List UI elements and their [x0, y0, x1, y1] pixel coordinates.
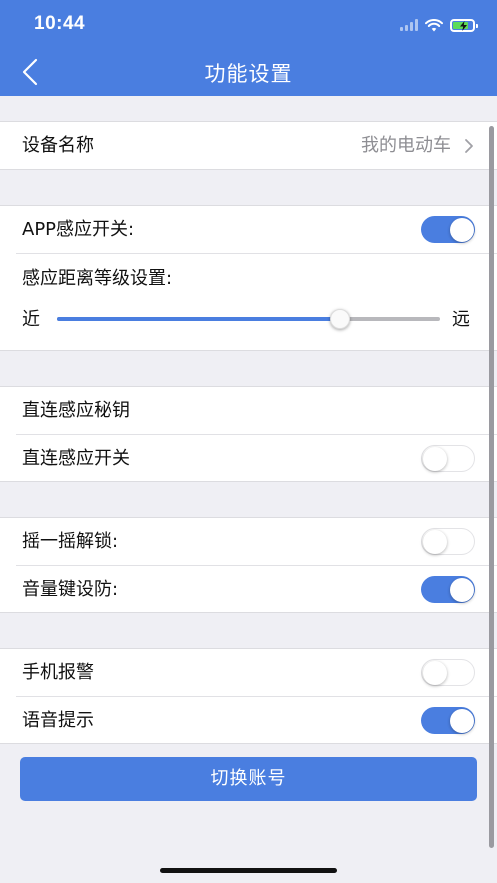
voice-prompt-row: 语音提示	[0, 697, 497, 745]
device-group: 设备名称 我的电动车	[0, 121, 497, 170]
device-name-row[interactable]: 设备名称 我的电动车	[0, 122, 497, 170]
alert-group: 手机报警 语音提示	[0, 648, 497, 744]
slider-thumb[interactable]	[330, 309, 351, 329]
voice-prompt-toggle[interactable]	[421, 707, 475, 734]
app-sensing-row: APP感应开关:	[0, 206, 497, 254]
shake-unlock-row: 摇一摇解锁:	[0, 518, 497, 566]
scrollbar[interactable]	[489, 126, 494, 848]
distance-level-label: 感应距离等级设置:	[22, 268, 173, 289]
slider-far-label: 远	[452, 309, 470, 330]
sensing-group: APP感应开关: 感应距离等级设置: 近 远	[0, 205, 497, 351]
direct-group: 直连感应秘钥 直连感应开关	[0, 386, 497, 482]
wifi-icon	[425, 18, 443, 31]
shake-group: 摇一摇解锁: 音量键设防:	[0, 517, 497, 613]
chevron-right-icon	[465, 139, 473, 153]
voice-prompt-label: 语音提示	[22, 710, 94, 731]
direct-key-label: 直连感应秘钥	[22, 400, 130, 421]
device-name-label: 设备名称	[22, 135, 94, 156]
direct-switch-toggle[interactable]	[421, 445, 475, 472]
distance-slider[interactable]	[57, 309, 440, 329]
nav-header: 10:44 功能设置	[0, 0, 497, 96]
direct-switch-label: 直连感应开关	[22, 448, 130, 469]
page-title: 功能设置	[204, 62, 293, 86]
phone-alarm-label: 手机报警	[22, 662, 94, 683]
app-sensing-label: APP感应开关:	[22, 219, 135, 240]
slider-fill	[57, 317, 341, 321]
direct-switch-row: 直连感应开关	[0, 435, 497, 483]
shake-unlock-toggle[interactable]	[421, 528, 475, 555]
volume-arm-row: 音量键设防:	[0, 566, 497, 614]
cellular-signal-icon	[400, 19, 418, 31]
slider-near-label: 近	[22, 309, 40, 330]
device-name-value: 我的电动车	[361, 135, 451, 156]
phone-alarm-row: 手机报警	[0, 649, 497, 697]
battery-charging-icon	[450, 18, 478, 32]
app-sensing-toggle[interactable]	[421, 216, 475, 243]
volume-arm-toggle[interactable]	[421, 576, 475, 603]
switch-account-button[interactable]: 切换账号	[20, 757, 477, 801]
volume-arm-label: 音量键设防:	[22, 579, 119, 600]
direct-key-row[interactable]: 直连感应秘钥	[0, 387, 497, 435]
status-icons	[400, 16, 478, 34]
shake-unlock-label: 摇一摇解锁:	[22, 531, 119, 552]
phone-alarm-toggle[interactable]	[421, 659, 475, 686]
home-indicator[interactable]	[160, 868, 337, 873]
status-time: 10:44	[34, 13, 86, 34]
distance-level-row: 感应距离等级设置:	[0, 254, 497, 302]
